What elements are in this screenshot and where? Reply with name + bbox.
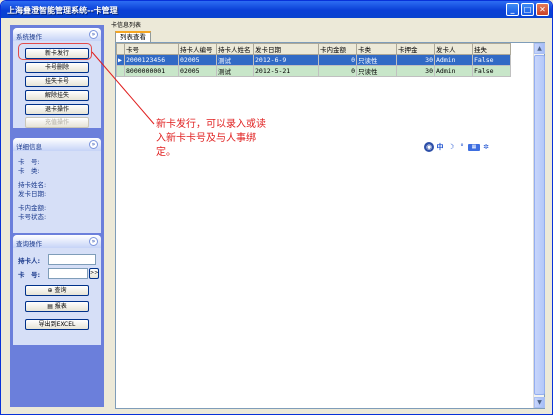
row-pointer-icon: ▶ (116, 54, 125, 66)
col-header[interactable]: 发卡日期 (253, 43, 319, 55)
col-header[interactable]: 卡号 (124, 43, 179, 55)
table-row[interactable]: 8000000001 02005 测试 2012-5-21 0 只读性 30 A… (116, 65, 511, 77)
system-ops-header[interactable]: 系统操作» (13, 28, 101, 41)
table-row[interactable]: ▶ 2000123456 02005 测试 2012-6-9 0 只读性 30 … (116, 54, 511, 66)
keyboard-icon[interactable]: ▦ (468, 143, 480, 151)
card-status-label: 卡号状态: (18, 213, 47, 221)
col-header[interactable]: 卡类 (356, 43, 397, 55)
col-header[interactable]: 卡内金额 (318, 43, 357, 55)
scroll-thumb[interactable] (534, 55, 545, 395)
scroll-up-icon[interactable]: ▲ (534, 43, 545, 54)
card-table: 卡号 持卡人编号 持卡人姓名 发卡日期 卡内金额 卡类 卡押金 发卡人 挂失 ▶… (116, 43, 511, 77)
close-button[interactable]: ✕ (536, 3, 549, 16)
detail-header[interactable]: 详细信息» (13, 138, 101, 151)
collapse-icon[interactable]: » (89, 237, 98, 246)
table-header-row: 卡号 持卡人编号 持卡人姓名 发卡日期 卡内金额 卡类 卡押金 发卡人 挂失 (116, 43, 511, 55)
maximize-button[interactable]: □ (521, 3, 534, 16)
collapse-icon[interactable]: » (89, 140, 98, 149)
collapse-icon[interactable]: » (89, 30, 98, 39)
gear-icon[interactable]: ✲ (481, 142, 491, 152)
recharge-button[interactable]: 充值操作 (25, 117, 89, 128)
main-content: 卡信息列表 列表查看 卡号 持卡人编号 持卡人姓名 发卡日期 卡内金额 卡类 卡… (109, 18, 545, 410)
card-type-label: 卡 类: (18, 167, 40, 175)
cancel-loss-button[interactable]: 解除挂失 (25, 90, 89, 101)
report-loss-button[interactable]: 挂失卡号 (25, 76, 89, 87)
vertical-scrollbar[interactable]: ▲ ▼ (533, 43, 545, 408)
card-input[interactable] (48, 268, 88, 279)
card-grid: 卡号 持卡人编号 持卡人姓名 发卡日期 卡内金额 卡类 卡押金 发卡人 挂失 ▶… (115, 42, 545, 409)
annotation-highlight-box (18, 43, 92, 60)
col-header[interactable]: 挂失 (472, 43, 511, 55)
return-card-button[interactable]: 退卡操作 (25, 104, 89, 115)
query-header[interactable]: 查询操作» (13, 235, 101, 248)
card-label: 卡 号: (18, 271, 41, 279)
window-title: 上海叠澄智能管理系统--卡管理 (7, 6, 118, 15)
card-list-title: 卡信息列表 (111, 22, 142, 29)
ime-punct-icon[interactable]: ° (457, 142, 467, 152)
col-header[interactable]: 持卡人编号 (178, 43, 217, 55)
report-button[interactable]: ▤ 报表 (25, 301, 89, 312)
tab-list-view[interactable]: 列表查看 (115, 31, 151, 42)
query-button[interactable]: ⊕ 查询 (25, 285, 89, 296)
ime-logo-icon[interactable]: ◉ (424, 142, 434, 152)
pick-card-button[interactable]: >> (89, 268, 99, 279)
scroll-down-icon[interactable]: ▼ (534, 397, 545, 408)
title-bar: 上海叠澄智能管理系统--卡管理 _ □ ✕ (1, 1, 552, 18)
issue-date-label: 发卡日期: (18, 190, 47, 198)
ime-chinese-icon[interactable]: 中 (435, 142, 445, 152)
annotation-text: 新卡发行，可以录入或读入新卡卡号及与人事绑定。 (156, 119, 266, 158)
minimize-button[interactable]: _ (506, 3, 519, 16)
export-excel-button[interactable]: 导出到EXCEL (25, 319, 89, 330)
query-panel: 查询操作» 持卡人: 卡 号: >> ⊕ 查询 ▤ 报表 导出到EXCEL (13, 235, 101, 345)
col-header[interactable]: 发卡人 (434, 43, 473, 55)
detail-panel: 详细信息» 卡 号: 卡 类: 持卡姓名: 发卡日期: 卡内金额: 卡号状态: (13, 138, 101, 233)
col-header[interactable]: 持卡人姓名 (216, 43, 254, 55)
ime-moon-icon[interactable]: ☽ (446, 142, 456, 152)
delete-card-button[interactable]: 卡号删除 (25, 62, 89, 73)
holder-label: 持卡人: (18, 257, 41, 265)
main-window: 上海叠澄智能管理系统--卡管理 _ □ ✕ 系统操作» 新卡发行 卡号删除 挂失… (0, 0, 553, 415)
col-header[interactable]: 卡押金 (396, 43, 435, 55)
report-icon: ▤ (47, 303, 53, 310)
left-sidebar: 系统操作» 新卡发行 卡号删除 挂失卡号 解除挂失 退卡操作 充值操作 详细信息… (10, 25, 104, 407)
ime-toolbar[interactable]: ◉ 中 ☽ ° ▦ ✲ (424, 141, 491, 153)
search-icon: ⊕ (47, 287, 53, 294)
holder-input[interactable] (48, 254, 96, 265)
